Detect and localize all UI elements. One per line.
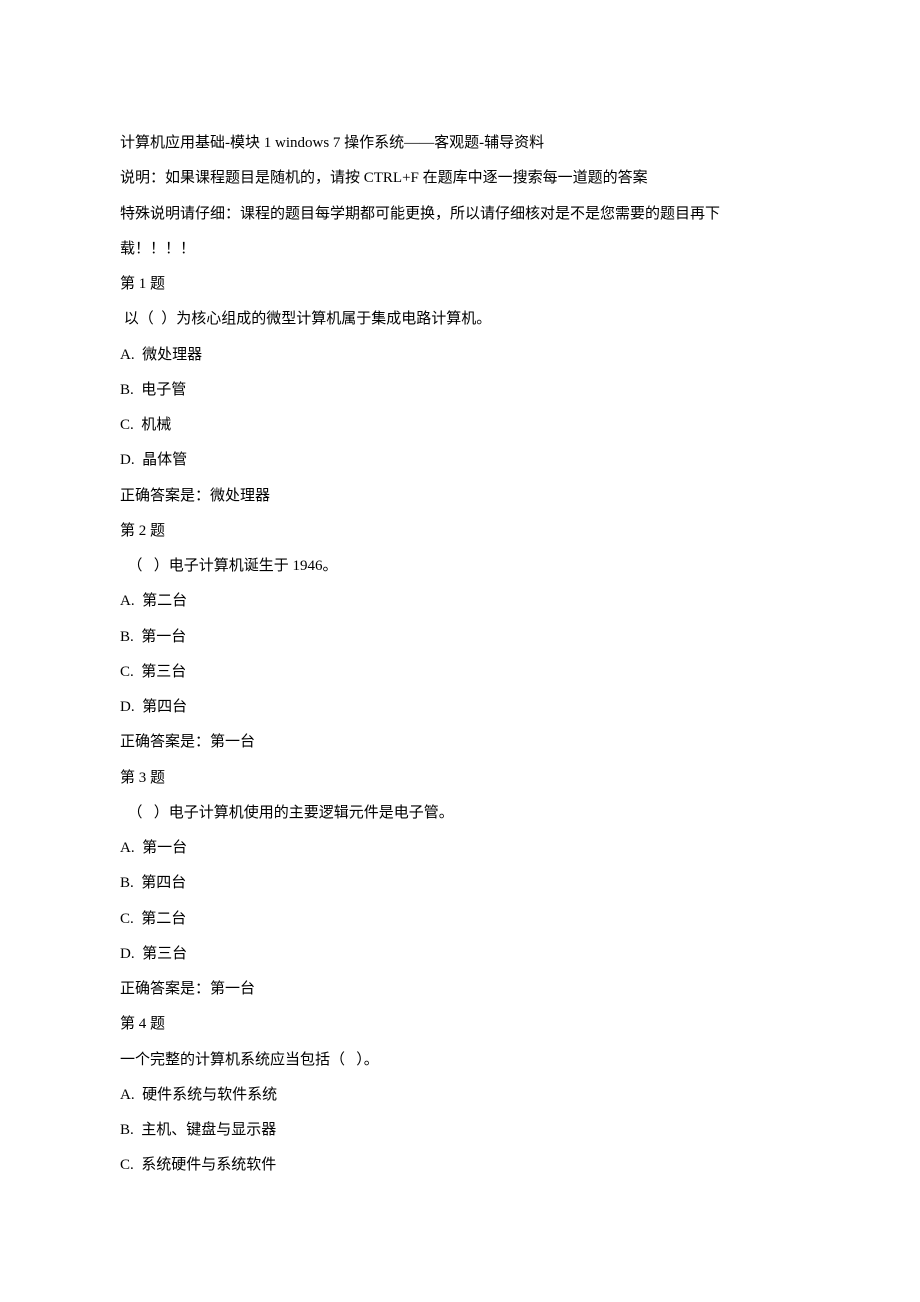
option-a: A. 硬件系统与软件系统 [120,1078,800,1113]
option-a: A. 第二台 [120,584,800,619]
question-stem: 一个完整的计算机系统应当包括（ ）。 [120,1043,800,1078]
doc-note-1: 说明：如果课程题目是随机的，请按 CTRL+F 在题库中逐一搜索每一道题的答案 [120,161,800,196]
option-b: B. 电子管 [120,373,800,408]
doc-note-2a: 特殊说明请仔细：课程的题目每学期都可能更换，所以请仔细核对是不是您需要的题目再下 [120,197,800,232]
question-stem: （ ）电子计算机使用的主要逻辑元件是电子管。 [120,796,800,831]
question-label: 第 2 题 [120,514,800,549]
option-c: C. 第三台 [120,655,800,690]
option-c: C. 第二台 [120,902,800,937]
answer: 正确答案是：微处理器 [120,479,800,514]
option-d: D. 第三台 [120,937,800,972]
option-c: C. 机械 [120,408,800,443]
option-b: B. 第四台 [120,866,800,901]
doc-note-2b: 载！！！！ [120,232,800,267]
answer: 正确答案是：第一台 [120,725,800,760]
question-label: 第 4 题 [120,1007,800,1042]
question-label: 第 1 题 [120,267,800,302]
option-c: C. 系统硬件与系统软件 [120,1148,800,1183]
question-label: 第 3 题 [120,761,800,796]
option-b: B. 第一台 [120,620,800,655]
question-stem: 以（ ）为核心组成的微型计算机属于集成电路计算机。 [120,302,800,337]
answer: 正确答案是：第一台 [120,972,800,1007]
option-a: A. 第一台 [120,831,800,866]
doc-title: 计算机应用基础-模块 1 windows 7 操作系统——客观题-辅导资料 [120,126,800,161]
question-stem: （ ）电子计算机诞生于 1946。 [120,549,800,584]
document-page: 计算机应用基础-模块 1 windows 7 操作系统——客观题-辅导资料 说明… [0,0,920,1244]
option-a: A. 微处理器 [120,338,800,373]
option-b: B. 主机、键盘与显示器 [120,1113,800,1148]
option-d: D. 第四台 [120,690,800,725]
option-d: D. 晶体管 [120,443,800,478]
